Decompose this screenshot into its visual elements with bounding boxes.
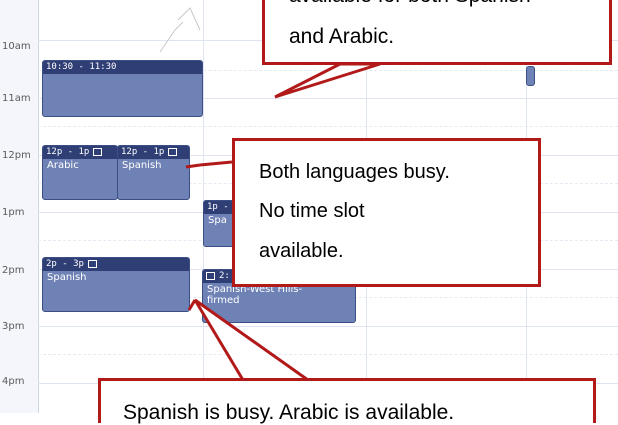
callout-text: available. — [259, 240, 344, 262]
callout-pointer — [187, 299, 197, 311]
callout-middle: Both languages busy. No time slot availa… — [232, 138, 541, 287]
callout-text: available for both Spanish — [289, 0, 609, 8]
callout-bottom: Spanish is busy. Arabic is available. — [98, 378, 596, 424]
callout-text: and Arabic. — [289, 25, 395, 48]
callout-text: Both languages busy. — [259, 161, 450, 183]
callout-text: Spanish is busy. Arabic is available. — [123, 401, 455, 424]
callout-pointer — [193, 298, 313, 382]
callout-top: available for both Spanish and Arabic. — [262, 0, 612, 65]
sketch-line — [159, 21, 184, 53]
sketch-line — [177, 7, 201, 31]
callout-text: No time slot — [259, 200, 365, 222]
callout-pointer — [274, 62, 381, 99]
callout-pointer — [185, 163, 201, 169]
callout-pointer — [199, 160, 233, 167]
